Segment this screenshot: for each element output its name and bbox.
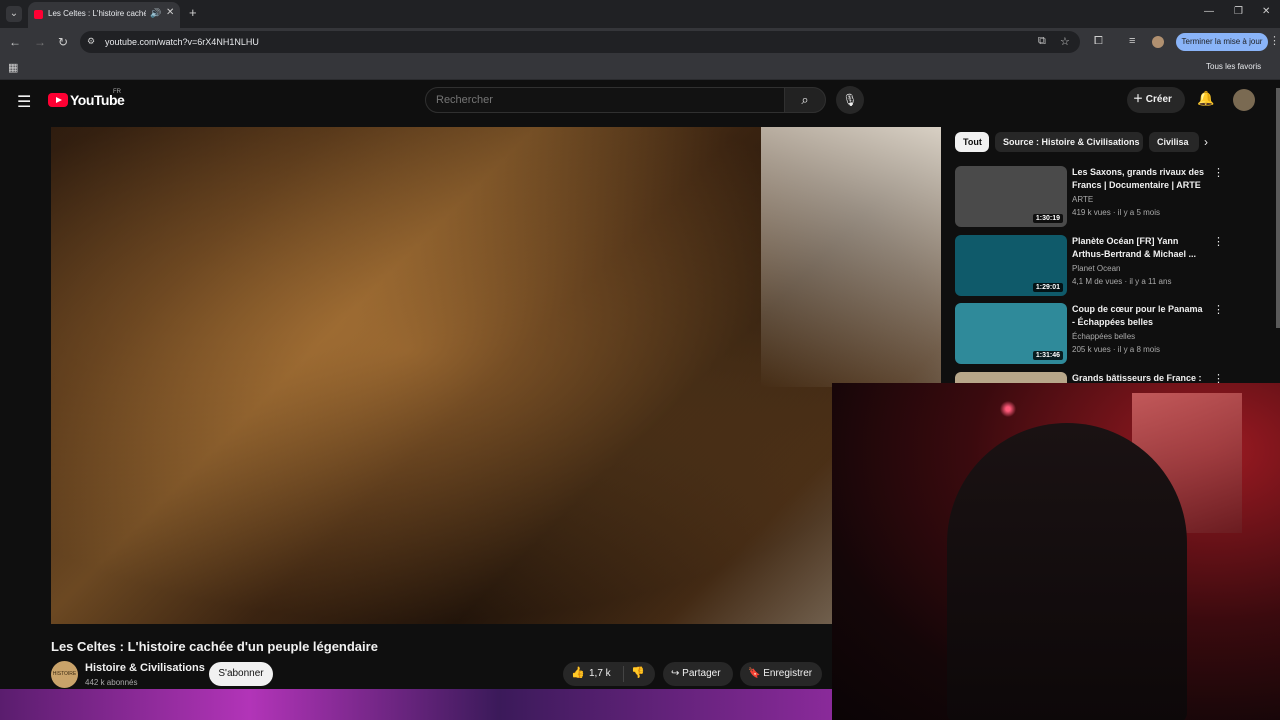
create-label: Créer: [1145, 94, 1172, 105]
stream-overlay-strip: [0, 689, 832, 720]
video-player[interactable]: [51, 127, 941, 624]
more-vertical-icon[interactable]: ⋮: [1213, 303, 1224, 316]
video-frame-highlight: [761, 127, 941, 387]
video-thumbnail[interactable]: 1:31:46: [955, 303, 1067, 364]
tab-title: Les Celtes : L'histoire cachée: [48, 9, 146, 18]
like-count[interactable]: 1,7 k: [589, 668, 611, 679]
install-app-icon[interactable]: ⧉: [1038, 35, 1046, 48]
chip-source[interactable]: Source : Histoire & Civilisations: [995, 132, 1143, 152]
bookmarks-bar: ▦ Tous les favoris: [0, 56, 1280, 80]
recommendation-meta: 205 k vues · il y a 8 mois: [1072, 345, 1161, 354]
filter-chips: Tout Source : Histoire & Civilisations C…: [955, 132, 1225, 154]
site-info-icon[interactable]: ⚙: [87, 36, 99, 48]
profile-avatar[interactable]: [1152, 36, 1164, 48]
like-icon[interactable]: 👍: [571, 666, 585, 679]
browser-tab-strip: ⌄ Les Celtes : L'histoire cachée 🔊 ✕ + —…: [0, 0, 1280, 28]
user-avatar[interactable]: [1233, 89, 1255, 111]
save-button[interactable]: 🔖 Enregistrer: [740, 662, 822, 686]
subscribe-button[interactable]: S'abonner: [209, 662, 273, 686]
back-icon[interactable]: ←: [9, 35, 21, 49]
update-button[interactable]: Terminer la mise à jour: [1176, 33, 1268, 51]
recommendation-channel[interactable]: ARTE: [1072, 195, 1093, 204]
reload-icon[interactable]: ↻: [58, 35, 68, 49]
recommendation-title[interactable]: Coup de cœur pour le Panama - Échappées …: [1072, 303, 1207, 329]
recommendation-title[interactable]: Grands bâtisseurs de France :: [1072, 372, 1207, 383]
more-vertical-icon[interactable]: ⋮: [1213, 235, 1224, 248]
share-label: Partager: [682, 668, 721, 679]
maximize-icon[interactable]: ❐: [1234, 6, 1243, 17]
recommendation-item[interactable]: 1:31:46 Coup de cœur pour le Panama - Éc…: [955, 303, 1245, 367]
search-input[interactable]: [425, 87, 785, 113]
duration-badge: 1:31:46: [1032, 351, 1063, 360]
chip-civilisations[interactable]: Civilisa: [1149, 132, 1199, 152]
subscriber-count: 442 k abonnés: [85, 678, 138, 687]
microphone-icon[interactable]: 🎙: [836, 86, 864, 114]
channel-name[interactable]: Histoire & Civilisations: [85, 662, 205, 674]
chip-all[interactable]: Tout: [955, 132, 989, 152]
url-text: youtube.com/watch?v=6rX4NH1NLHU: [105, 37, 259, 47]
country-code: FR: [113, 89, 121, 95]
recommendation-item[interactable]: 1:30:19 Les Saxons, grands rivaux des Fr…: [955, 166, 1245, 230]
browser-toolbar: ← → ↻ ⚙ youtube.com/watch?v=6rX4NH1NLHU …: [0, 28, 1280, 56]
streamer-silhouette: [947, 423, 1187, 720]
window-close-icon[interactable]: ✕: [1262, 6, 1270, 17]
reading-list-icon[interactable]: ≡: [1129, 35, 1135, 47]
forward-icon[interactable]: →: [34, 35, 46, 49]
recommendation-item[interactable]: 1:29:01 Planète Océan [FR] Yann Arthus-B…: [955, 235, 1245, 299]
channel-avatar[interactable]: HISTOIRE: [51, 661, 78, 688]
menu-icon[interactable]: ☰: [17, 92, 31, 112]
recommendation-title[interactable]: Les Saxons, grands rivaux des Francs | D…: [1072, 166, 1207, 192]
search-icon[interactable]: ⌕: [784, 87, 826, 113]
share-button[interactable]: ↪ Partager: [663, 662, 733, 686]
chevron-right-icon[interactable]: ›: [1204, 135, 1208, 149]
notifications-bell-icon[interactable]: 🔔: [1197, 90, 1214, 107]
tab-search-icon[interactable]: ⌄: [6, 6, 22, 22]
recommendation-meta: 419 k vues · il y a 5 mois: [1072, 208, 1161, 217]
video-thumbnail[interactable]: [955, 372, 1067, 383]
duration-badge: 1:30:19: [1032, 214, 1063, 223]
speaker-icon[interactable]: 🔊: [150, 8, 161, 19]
save-label: Enregistrer: [763, 668, 813, 679]
page-scrollbar[interactable]: [1276, 88, 1280, 328]
all-bookmarks-folder[interactable]: Tous les favoris: [1206, 62, 1261, 71]
plus-icon: ＋: [1133, 94, 1146, 105]
video-title: Les Celtes : L'histoire cachée d'un peup…: [51, 639, 378, 654]
close-icon[interactable]: ✕: [166, 7, 174, 18]
more-options-icon[interactable]: ⋮: [1269, 34, 1280, 47]
recommendation-meta: 4,1 M de vues · il y a 11 ans: [1072, 277, 1172, 286]
youtube-favicon-icon: [34, 10, 43, 19]
address-bar[interactable]: ⚙ youtube.com/watch?v=6rX4NH1NLHU: [80, 31, 1080, 53]
video-thumbnail[interactable]: 1:29:01: [955, 235, 1067, 296]
like-dislike-group: 👍 1,7 k 👎: [563, 662, 655, 686]
recommendation-item[interactable]: Grands bâtisseurs de France : ⋮: [955, 372, 1245, 383]
video-thumbnail[interactable]: 1:30:19: [955, 166, 1067, 227]
recommendation-channel[interactable]: Planet Ocean: [1072, 264, 1120, 273]
more-vertical-icon[interactable]: ⋮: [1213, 166, 1224, 179]
divider: [623, 666, 624, 682]
webcam-overlay: [832, 383, 1280, 720]
dislike-icon[interactable]: 👎: [631, 666, 645, 679]
bookmark-star-icon[interactable]: ☆: [1060, 35, 1070, 48]
recommendation-channel[interactable]: Échappées belles: [1072, 332, 1135, 341]
more-vertical-icon[interactable]: ⋮: [1213, 372, 1224, 383]
duration-badge: 1:29:01: [1032, 283, 1063, 292]
extensions-icon[interactable]: ⧠: [1094, 35, 1103, 48]
new-tab-icon[interactable]: +: [189, 5, 197, 20]
share-icon: ↪: [671, 668, 683, 679]
create-button[interactable]: ＋ Créer: [1127, 87, 1185, 113]
recommendation-title[interactable]: Planète Océan [FR] Yann Arthus-Bertrand …: [1072, 235, 1207, 261]
save-icon: 🔖: [748, 668, 764, 679]
string-lights: [990, 389, 1026, 429]
apps-grid-icon[interactable]: ▦: [8, 61, 18, 74]
browser-tab[interactable]: Les Celtes : L'histoire cachée 🔊 ✕: [28, 2, 180, 28]
youtube-logo-icon[interactable]: [48, 93, 68, 107]
minimize-icon[interactable]: —: [1204, 6, 1214, 17]
